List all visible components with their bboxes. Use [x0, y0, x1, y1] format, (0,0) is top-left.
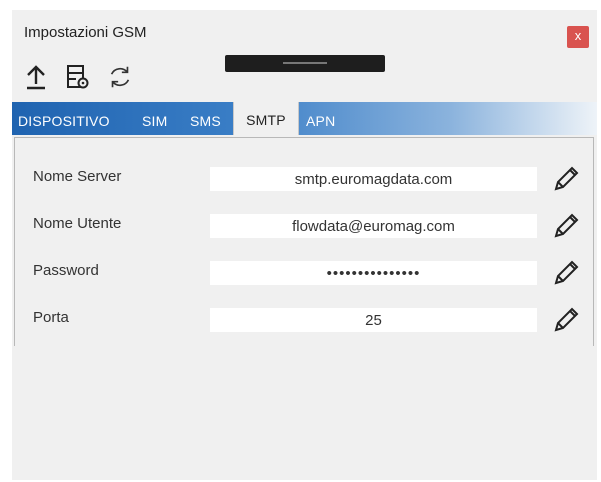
- port-label: Porta: [33, 309, 69, 326]
- edit-username-icon[interactable]: [548, 209, 582, 243]
- toolbar: [22, 60, 134, 94]
- tab-dispositivo[interactable]: DISPOSITIVO: [18, 102, 110, 135]
- smtp-panel: Nome Server smtp.euromagdata.com Nome Ut…: [14, 137, 594, 347]
- edit-password-icon[interactable]: [548, 256, 582, 290]
- password-field[interactable]: •••••••••••••••: [210, 261, 537, 285]
- refresh-icon[interactable]: [106, 63, 134, 91]
- tab-bar: DISPOSITIVO SIM SMS SMTP APN: [12, 102, 597, 135]
- username-field[interactable]: flowdata@euromag.com: [210, 214, 537, 238]
- password-label: Password: [33, 262, 99, 279]
- drag-handle[interactable]: [225, 55, 385, 72]
- tab-apn[interactable]: APN: [306, 102, 335, 135]
- edit-server-name-icon[interactable]: [548, 162, 582, 196]
- gsm-settings-window: Impostazioni GSM x DISPOSITIVO SIM SMS S…: [12, 10, 597, 480]
- window-title: Impostazioni GSM: [24, 24, 147, 41]
- server-name-label: Nome Server: [33, 168, 122, 185]
- close-button[interactable]: x: [567, 26, 589, 48]
- port-field[interactable]: 25: [210, 308, 537, 332]
- upload-icon[interactable]: [22, 63, 50, 91]
- server-name-field[interactable]: smtp.euromagdata.com: [210, 167, 537, 191]
- grip-icon: [283, 62, 327, 64]
- tab-sms[interactable]: SMS: [190, 102, 221, 135]
- settings-file-icon[interactable]: [64, 63, 92, 91]
- edit-port-icon[interactable]: [548, 303, 582, 337]
- empty-area: [12, 346, 597, 480]
- username-label: Nome Utente: [33, 215, 122, 232]
- tab-sim[interactable]: SIM: [142, 102, 168, 135]
- tab-smtp[interactable]: SMTP: [233, 102, 299, 135]
